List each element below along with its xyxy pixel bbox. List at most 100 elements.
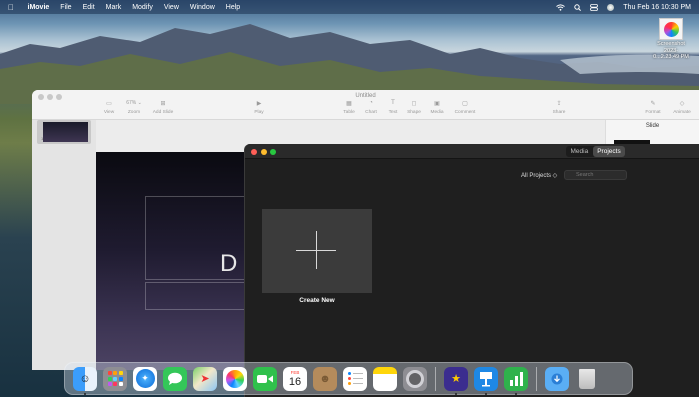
menu-mark[interactable]: Mark <box>100 4 127 11</box>
dock-keynote-icon[interactable] <box>474 366 498 395</box>
siri-icon[interactable] <box>607 3 615 11</box>
gear-icon <box>406 369 424 388</box>
screenshot-filename-line1: Screenshot <box>657 41 685 47</box>
sidebar-icon: ▭ <box>106 101 112 107</box>
trash-can-icon <box>579 368 595 389</box>
running-indicator <box>515 392 517 395</box>
toolbar-chart-label: Chart <box>365 110 377 115</box>
toolbar-animate-label: Animate <box>673 110 691 115</box>
search-icon[interactable] <box>574 3 582 11</box>
tab-projects[interactable]: Projects <box>592 146 626 157</box>
download-arrow-icon <box>551 373 563 384</box>
dock-separator <box>536 366 537 391</box>
dock: ☺ ✦ ➤ FEB 16 ☻ ★ <box>64 362 633 395</box>
dock-launchpad-icon[interactable] <box>103 366 127 391</box>
dock-numbers-icon[interactable] <box>504 366 528 395</box>
desktop-screenshot-file[interactable]: Screenshot 2023-0...2.23.49 PM <box>651 18 691 60</box>
play-icon: ▶ <box>256 101 262 107</box>
inspector-title: Slide <box>645 123 660 129</box>
slide-title-text[interactable]: D <box>220 250 237 278</box>
dock-downloads-folder-icon[interactable] <box>545 366 569 391</box>
imovie-window-controls <box>251 149 276 155</box>
subtitle-placeholder-box[interactable] <box>145 282 255 310</box>
toolbar-share-button[interactable]: ⇪ Share <box>546 100 572 115</box>
podium-icon <box>480 371 492 386</box>
reminder-line <box>348 382 363 385</box>
dock-contacts-icon[interactable]: ☻ <box>313 366 337 391</box>
dock-reminders-icon[interactable] <box>343 366 367 391</box>
dock-safari-icon[interactable]: ✦ <box>133 366 157 391</box>
dock-notes-icon[interactable] <box>373 366 397 391</box>
imovie-window: Media Projects All Projects ◇ Search Cre… <box>244 144 699 397</box>
slide-navigator <box>32 120 96 370</box>
animate-icon: ◇ <box>679 101 685 107</box>
create-new-project-tile[interactable] <box>262 209 372 293</box>
screenshot-thumbnail <box>659 18 683 40</box>
toolbar-table-label: Table <box>343 110 355 115</box>
dock-messages-icon[interactable] <box>163 366 187 391</box>
dock-maps-icon[interactable]: ➤ <box>193 366 217 391</box>
dock-facetime-icon[interactable] <box>253 366 277 391</box>
zoom-value: 67% ⌄ <box>126 100 142 106</box>
dock-trash-icon[interactable] <box>575 367 599 391</box>
dock-finder-icon[interactable]: ☺ <box>73 366 97 395</box>
imovie-zoom-button[interactable] <box>270 149 276 155</box>
comment-icon: ▢ <box>462 101 468 107</box>
project-search-input[interactable]: Search <box>564 170 627 180</box>
running-indicator <box>455 392 457 395</box>
dock-imovie-icon[interactable]: ★ <box>444 366 468 395</box>
wifi-icon[interactable] <box>556 3 566 11</box>
tab-media[interactable]: Media <box>566 146 593 157</box>
menu-file[interactable]: File <box>55 4 77 11</box>
toolbar-play-label: Play <box>254 110 264 115</box>
menu-clock[interactable]: Thu Feb 16 10:30 PM <box>623 4 691 11</box>
running-indicator <box>84 392 86 395</box>
all-projects-dropdown[interactable]: All Projects ◇ <box>521 172 557 179</box>
menu-modify[interactable]: Modify <box>127 4 159 11</box>
dock-system-settings-icon[interactable] <box>403 366 427 391</box>
control-center-icon[interactable] <box>590 3 599 11</box>
toolbar-format-label: Format <box>645 110 661 115</box>
toolbar-animate-button[interactable]: ◇ Animate <box>669 100 695 115</box>
toolbar-comment-button[interactable]: ▢ Comment <box>452 100 478 115</box>
menu-bar-extras: Thu Feb 16 10:30 PM <box>556 3 699 11</box>
toolbar-text-label: Text <box>388 110 398 115</box>
running-indicator <box>485 392 487 395</box>
launchpad-grid <box>107 371 123 386</box>
toolbar-view-button[interactable]: ▭ View <box>96 100 122 115</box>
dock-photos-icon[interactable] <box>223 366 247 391</box>
toolbar-zoom-label: Zoom <box>127 110 141 115</box>
create-new-label[interactable]: Create New <box>262 297 372 304</box>
toolbar-add-slide-button[interactable]: ⊞ Add Slide <box>150 100 176 115</box>
photos-flower-icon <box>226 369 244 388</box>
imovie-minimize-button[interactable] <box>260 149 267 155</box>
menu-view[interactable]: View <box>158 4 184 11</box>
menu-app-name[interactable]: iMovie <box>22 4 55 11</box>
keynote-toolbar: Untitled ▭ View 67% ⌄ Zoom ⊞ Add Slide ▶ Pla… <box>32 90 699 120</box>
toolbar-view-label: View <box>103 110 115 115</box>
imovie-tab-bar: Media Projects <box>566 146 626 157</box>
add-slide-icon: ⊞ <box>160 101 166 107</box>
imovie-close-button[interactable] <box>251 149 257 155</box>
menu-help[interactable]: Help <box>220 4 245 11</box>
color-wheel-icon <box>663 21 679 37</box>
toolbar-play-button[interactable]: ▶ Play <box>246 100 272 115</box>
keynote-document-title: Untitled <box>355 93 376 99</box>
speech-bubble-icon <box>168 372 182 385</box>
slide-number: 1 <box>41 136 44 141</box>
dock-calendar-icon[interactable]: FEB 16 <box>283 366 307 391</box>
bar-chart-icon <box>509 371 523 386</box>
calendar-day: 16 <box>288 375 302 388</box>
menu-edit[interactable]: Edit <box>77 4 100 11</box>
share-icon: ⇪ <box>556 101 562 107</box>
toolbar-shape-label: Shape <box>407 110 421 115</box>
title-placeholder-box[interactable] <box>145 196 255 280</box>
format-icon: ✎ <box>650 101 656 107</box>
apple-menu-icon[interactable]:  <box>0 3 22 12</box>
toolbar-zoom-button[interactable]: 67% ⌄ Zoom <box>121 100 147 115</box>
dock-separator <box>435 366 436 391</box>
imovie-titlebar: Media Projects <box>245 144 699 159</box>
toolbar-format-button[interactable]: ✎ Format <box>640 100 666 115</box>
menu-window[interactable]: Window <box>184 4 220 11</box>
toolbar-media-button[interactable]: ▣ Media <box>424 100 450 115</box>
